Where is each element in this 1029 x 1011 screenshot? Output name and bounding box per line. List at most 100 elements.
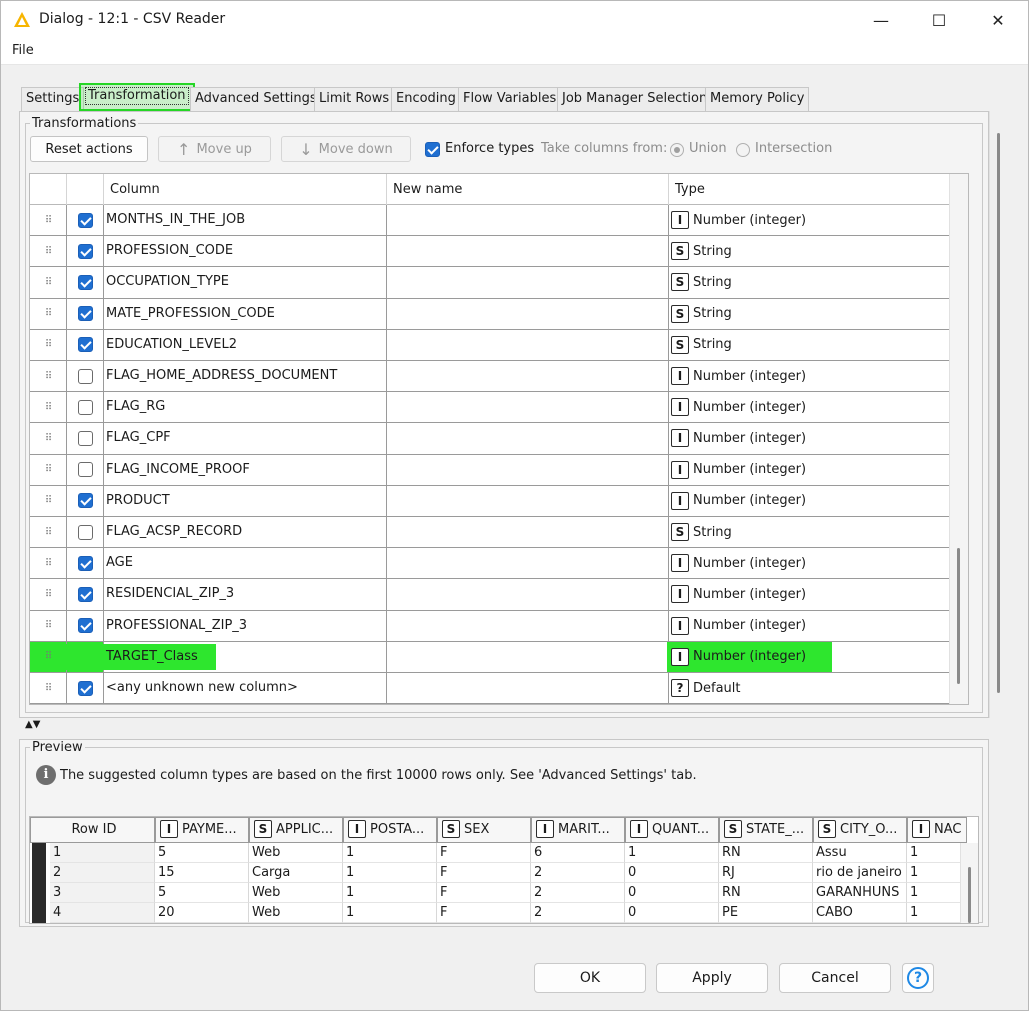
tab-encoding[interactable]: Encoding xyxy=(391,87,461,111)
help-button[interactable]: ? xyxy=(902,963,934,993)
type-cell[interactable]: S String xyxy=(669,517,950,548)
column-name-cell: PROFESSIONAL_ZIP_3 xyxy=(104,610,387,641)
preview-column-header[interactable]: S APPLIC... xyxy=(249,817,343,843)
new-name-cell[interactable] xyxy=(387,329,669,360)
apply-button[interactable]: Apply xyxy=(656,963,768,993)
preview-column-header[interactable]: S CITY_O... xyxy=(813,817,907,843)
new-name-cell[interactable] xyxy=(387,205,669,236)
minimize-button[interactable]: — xyxy=(858,1,904,39)
preview-column-header[interactable]: S SEX xyxy=(437,817,531,843)
splitter[interactable]: ▲▼ xyxy=(19,719,989,737)
type-cell[interactable]: I Number (integer) xyxy=(669,361,950,392)
type-cell[interactable]: I Number (integer) xyxy=(669,485,950,516)
new-name-cell[interactable] xyxy=(387,267,669,298)
tab-advanced-settings[interactable]: Advanced Settings xyxy=(190,87,322,111)
new-name-cell[interactable] xyxy=(387,454,669,485)
preview-cell: 1 xyxy=(907,843,967,863)
preview-column-header[interactable]: I QUANT... xyxy=(625,817,719,843)
preview-column-header[interactable]: I POSTA... xyxy=(343,817,437,843)
tab-transformation[interactable]: Transformation xyxy=(79,83,195,111)
preview-scrollbar[interactable] xyxy=(960,843,978,923)
type-cell[interactable]: I Number (integer) xyxy=(667,641,950,672)
cancel-button[interactable]: Cancel xyxy=(779,963,891,993)
type-cell[interactable]: I Number (integer) xyxy=(669,548,950,579)
type-cell[interactable]: S String xyxy=(669,298,950,329)
tab-flow-variables[interactable]: Flow Variables xyxy=(458,87,562,111)
tab-job-manager-selection[interactable]: Job Manager Selection xyxy=(557,87,713,111)
preview-cell: 0 xyxy=(625,883,719,903)
table-row[interactable]: ⠿ FLAG_CPF I Number (integer) xyxy=(30,423,950,455)
new-name-cell[interactable] xyxy=(387,673,669,704)
type-cell[interactable]: I Number (integer) xyxy=(669,423,950,454)
table-row[interactable]: ⠿ PRODUCT I Number (integer) xyxy=(30,485,950,517)
type-cell[interactable]: ? Default xyxy=(669,673,950,704)
type-cell[interactable]: S String xyxy=(669,329,950,360)
preview-column-header[interactable]: I MARIT... xyxy=(531,817,625,843)
tab-memory-policy[interactable]: Memory Policy xyxy=(705,87,810,111)
type-cell[interactable]: I Number (integer) xyxy=(669,205,950,236)
type-cell[interactable]: S String xyxy=(669,267,950,298)
menu-file[interactable]: File xyxy=(12,43,34,58)
table-row[interactable]: ⠿ PROFESSIONAL_ZIP_3 I Number (integer) xyxy=(30,610,950,642)
header-new-name[interactable]: New name xyxy=(387,174,669,205)
tab-limit-rows[interactable]: Limit Rows xyxy=(314,87,395,111)
table-row[interactable]: ⠿ <any unknown new column>? Default xyxy=(30,673,950,705)
table-row[interactable]: ⠿ AGE I Number (integer) xyxy=(30,548,950,580)
splitter-arrows-icon[interactable]: ▲▼ xyxy=(25,719,40,730)
header-column[interactable]: Column xyxy=(104,174,387,205)
new-name-cell[interactable] xyxy=(387,298,669,329)
preview-column-header[interactable]: I PAYME... xyxy=(155,817,249,843)
table-scrollbar-thumb[interactable] xyxy=(957,548,960,684)
move-up-button[interactable]: ↑ Move up xyxy=(158,136,271,162)
move-down-button[interactable]: ↓ Move down xyxy=(281,136,411,162)
new-name-cell[interactable] xyxy=(387,579,669,610)
new-name-cell[interactable] xyxy=(387,517,669,548)
type-cell[interactable]: I Number (integer) xyxy=(669,610,950,641)
header-type[interactable]: Type xyxy=(669,174,950,205)
preview-column-header[interactable]: Row ID xyxy=(30,817,155,843)
maximize-button[interactable]: ☐ xyxy=(916,1,962,39)
table-row[interactable]: ⠿ MATE_PROFESSION_CODE S String xyxy=(30,298,950,330)
type-cell[interactable]: I Number (integer) xyxy=(669,454,950,485)
table-row[interactable]: ⠿ FLAG_HOME_ADDRESS_DOCUMENT I Number (inte… xyxy=(30,361,950,393)
table-row[interactable]: ⠿ FLAG_RG I Number (integer) xyxy=(30,392,950,424)
new-name-cell[interactable] xyxy=(387,392,669,423)
table-row[interactable]: ⠿ OCCUPATION_TYPE S String xyxy=(30,267,950,299)
table-row[interactable]: ⠿ TARGET_Class I Number (integer) xyxy=(30,641,950,673)
new-name-cell[interactable] xyxy=(387,548,669,579)
reset-actions-button[interactable]: Reset actions xyxy=(30,136,148,162)
new-name-cell[interactable] xyxy=(387,236,669,267)
new-name-cell[interactable] xyxy=(387,423,669,454)
column-name: PROFESSIONAL_ZIP_3 xyxy=(106,617,248,633)
new-name-cell[interactable] xyxy=(387,485,669,516)
column-name-cell: OCCUPATION_TYPE xyxy=(104,267,387,298)
panel-scrollbar-thumb[interactable] xyxy=(997,133,1000,693)
new-name-cell[interactable] xyxy=(387,610,669,641)
table-row[interactable]: ⠿ EDUCATION_LEVEL2 S String xyxy=(30,329,950,361)
type-cell[interactable]: S String xyxy=(669,236,950,267)
new-name-cell[interactable] xyxy=(387,641,669,672)
close-button[interactable]: ✕ xyxy=(975,1,1021,39)
intersection-radio[interactable] xyxy=(736,143,750,157)
tab-settings[interactable]: Settings xyxy=(21,87,85,111)
drag-handle-icon: ⠿ xyxy=(44,276,52,288)
table-row[interactable]: ⠿ MONTHS_IN_THE_JOB I Number (integer) xyxy=(30,205,950,237)
preview-scrollbar-thumb[interactable] xyxy=(968,867,971,923)
table-row[interactable]: ⠿ RESIDENCIAL_ZIP_3 I Number (integer) xyxy=(30,579,950,611)
enforce-types-checkbox[interactable] xyxy=(425,142,440,157)
type-cell[interactable]: I Number (integer) xyxy=(669,392,950,423)
table-scrollbar[interactable] xyxy=(949,174,968,704)
type-cell[interactable]: I Number (integer) xyxy=(669,579,950,610)
table-row[interactable]: ⠿ FLAG_ACSP_RECORD S String xyxy=(30,517,950,549)
union-radio[interactable] xyxy=(670,143,684,157)
preview-cell: F xyxy=(437,883,531,903)
new-name-cell[interactable] xyxy=(387,361,669,392)
type-label: String xyxy=(693,274,732,290)
panel-scrollbar[interactable] xyxy=(989,111,1009,718)
table-row[interactable]: ⠿ FLAG_INCOME_PROOF I Number (integer) xyxy=(30,454,950,486)
preview-cell: Web xyxy=(249,843,343,863)
preview-column-header[interactable]: S STATE_... xyxy=(719,817,813,843)
preview-column-header[interactable]: I NAC xyxy=(907,817,967,843)
table-row[interactable]: ⠿ PROFESSION_CODE S String xyxy=(30,236,950,268)
ok-button[interactable]: OK xyxy=(534,963,646,993)
